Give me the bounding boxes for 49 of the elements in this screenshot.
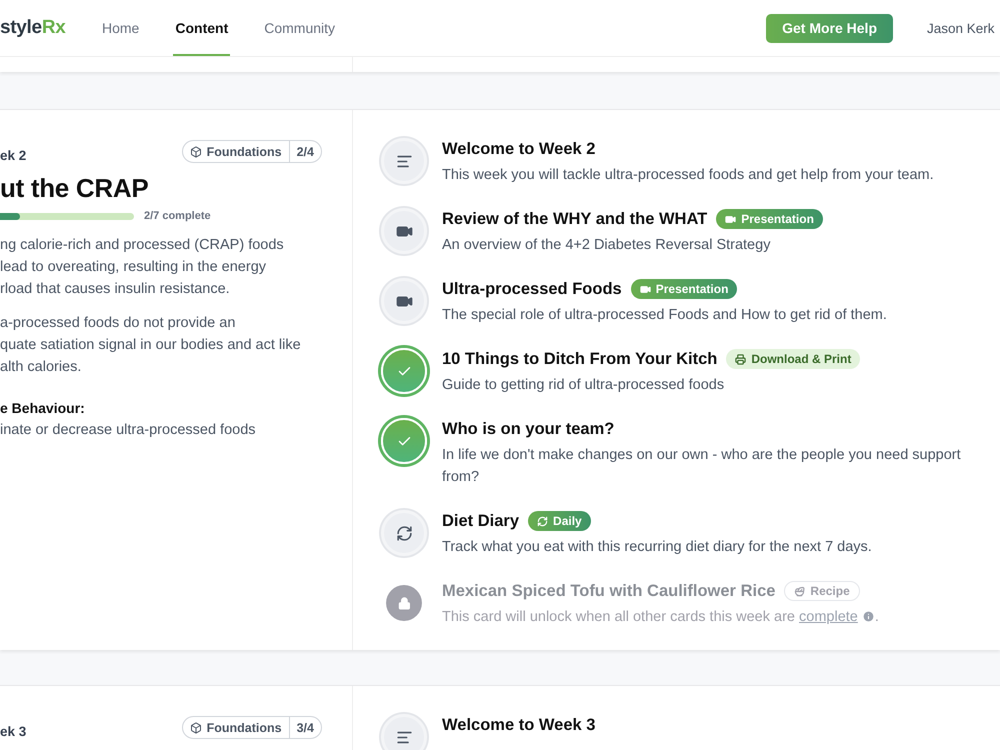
progress-text: 2/7 complete xyxy=(144,210,211,222)
card-description: In life we don't make changes on our own - who are the people you need support from? xyxy=(442,446,962,487)
video-camera-icon xyxy=(640,284,651,294)
refresh-icon xyxy=(537,516,548,526)
week-label: ek 3 xyxy=(0,723,26,739)
padlock-icon xyxy=(397,596,411,610)
behaviour-heading: e Behaviour: xyxy=(0,400,86,416)
type-badge: Download & Print xyxy=(726,349,860,369)
card-title[interactable]: Ultra-processed Foods xyxy=(442,280,622,298)
tag-label: Foundations xyxy=(206,720,282,734)
description-line: ng calorie-rich and processed (CRAP) foods xyxy=(0,236,285,255)
card-description: The special role of ultra-processed Foods and How to get rid of them. xyxy=(442,306,888,325)
cube-icon xyxy=(190,722,202,734)
type-badge: Daily xyxy=(528,511,591,531)
card-description: Track what you eat with this recurring diet diary for the next 7 days. xyxy=(442,538,873,557)
description-line: alth calories. xyxy=(0,358,82,377)
card-title[interactable]: Review of the WHY and the WHAT xyxy=(442,210,708,228)
logo[interactable]: styleRx xyxy=(0,17,100,39)
card-description: Guide to getting rid of ultra-processed foods xyxy=(442,376,726,395)
refresh-icon xyxy=(396,524,412,542)
card-description: An overview of the 4+2 Diabetes Reversal Strategy xyxy=(442,236,772,255)
nav-tab[interactable]: Community xyxy=(262,0,338,56)
card-title[interactable]: 10 Things to Ditch From Your Kitch xyxy=(442,350,718,368)
description-line: quate satiation signal in our bodies and act like xyxy=(0,336,302,355)
printer-icon xyxy=(735,354,746,364)
tag-label: Foundations xyxy=(206,144,282,158)
nav-tab[interactable]: Home xyxy=(100,0,142,56)
bowl-icon xyxy=(794,586,806,596)
video-camera-icon xyxy=(725,214,736,224)
type-badge: Recipe xyxy=(784,581,860,601)
behaviour-text: inate or decrease ultra-processed foods xyxy=(0,422,257,438)
tag-count: 3/4 xyxy=(296,720,315,734)
user-name[interactable]: Jason Kerk xyxy=(927,20,1000,36)
type-badge: Presentation xyxy=(716,209,823,229)
card-title[interactable]: Diet Diary xyxy=(442,512,520,530)
description-line: rload that causes insulin resistance. xyxy=(0,280,231,299)
card-title[interactable]: Welcome to Week 3 xyxy=(442,716,596,734)
description-line: a-processed foods do not provide an xyxy=(0,314,236,333)
tag-count: 2/4 xyxy=(296,144,315,158)
card-description: This week you will tackle ultra-processed foods and get help from your team. xyxy=(442,166,935,185)
card-title[interactable]: Who is on your team? xyxy=(442,420,614,438)
cube-icon xyxy=(190,146,202,158)
week-title: ut the CRAP xyxy=(0,173,150,204)
description-line: lead to overeating, resulting in the energy xyxy=(0,258,268,277)
week-label: ek 2 xyxy=(0,147,26,163)
card-title[interactable]: Welcome to Week 2 xyxy=(442,140,596,158)
type-badge: Presentation xyxy=(630,279,738,299)
card-description: This card will unlock when all other cards this week are complete . xyxy=(442,608,880,627)
info-icon[interactable] xyxy=(862,610,875,623)
